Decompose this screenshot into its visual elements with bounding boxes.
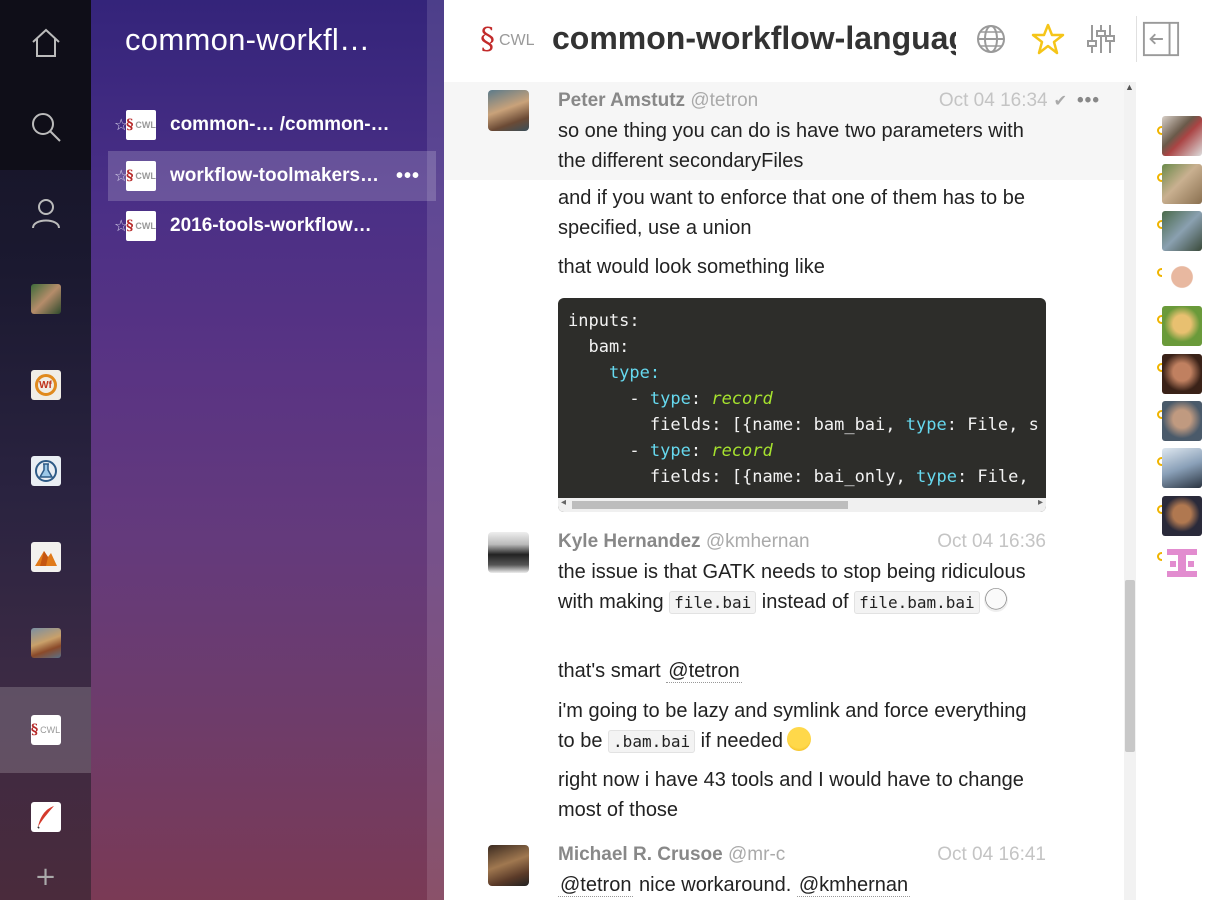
message-text: so one thing you can do is have two para… — [558, 120, 1024, 172]
people-button[interactable] — [0, 170, 91, 256]
scrollbar-thumb[interactable] — [1125, 580, 1135, 752]
add-community-button[interactable]: + — [0, 862, 91, 892]
member-avatar[interactable] — [1162, 306, 1202, 346]
room-avatar-mountain[interactable] — [0, 514, 91, 600]
cwl-logo-icon: § CWL — [126, 211, 156, 241]
room-item[interactable]: ☆ § CWL common-… /common-… — [108, 100, 436, 150]
message-text: that would look something like — [558, 256, 825, 278]
toggle-sidebar-button[interactable] — [1142, 20, 1180, 58]
room-name: common-… /common-… — [170, 114, 390, 135]
scrollbar-thumb[interactable] — [572, 501, 848, 509]
mountain-logo-icon — [30, 542, 61, 572]
identicon-icon — [1167, 549, 1197, 577]
message-timestamp[interactable]: Oct 04 16:34 ✔ ••• — [939, 90, 1100, 112]
wf-logo-icon: Wf — [30, 370, 61, 400]
trollface-emoji-icon — [983, 588, 1008, 612]
code-horizontal-scrollbar[interactable]: ◂ ▸ — [558, 497, 1046, 512]
member-avatar[interactable] — [1162, 211, 1202, 251]
chat-area: Peter Amstutz @tetron Oct 04 16:34 ✔ ••• s… — [444, 82, 1124, 900]
room-avatar-flask[interactable] — [0, 428, 91, 514]
message-text: the issue is that GATK needs to stop bei… — [558, 561, 1026, 614]
room-settings-button[interactable] — [1082, 20, 1120, 58]
user-mention[interactable]: @kmhernan — [796, 874, 911, 897]
photo-avatar-icon — [30, 628, 61, 658]
chat-scrollbar[interactable]: ▲ — [1124, 82, 1136, 900]
star-icon — [1031, 23, 1065, 55]
member-avatar[interactable] — [1162, 354, 1202, 394]
user-mention[interactable]: @tetron — [558, 874, 634, 897]
message-text: @tetron nice workaround. @kmhernan — [558, 874, 911, 897]
member-avatar[interactable] — [1162, 116, 1202, 156]
room-name: workflow-toolmakers… — [170, 165, 380, 186]
search-icon — [31, 113, 61, 142]
message-text: i'm going to be lazy and symlink and for… — [558, 700, 1027, 753]
avatar[interactable] — [488, 532, 529, 573]
message-timestamp[interactable]: Oct 04 16:36 — [937, 531, 1046, 553]
room-logo: § CWL — [480, 22, 535, 57]
user-mention[interactable]: @tetron — [666, 660, 742, 683]
room-avatar-photo[interactable] — [0, 600, 91, 686]
member-avatar[interactable] — [1162, 448, 1202, 488]
cwl-logo-icon: § CWL — [30, 715, 61, 745]
inline-code: file.bam.bai — [854, 591, 980, 614]
member-avatar[interactable] — [1162, 401, 1202, 441]
user-icon — [31, 199, 60, 229]
room-list-panel: common-workfl… ☆ § CWL common-… /common-…… — [91, 0, 444, 900]
message-author[interactable]: Kyle Hernandez @kmhernan — [558, 531, 810, 553]
message-actions-icon[interactable]: ••• — [1077, 90, 1100, 111]
message-author[interactable]: Michael R. Crusoe @mr-c — [558, 844, 785, 866]
cwl-logo-icon: § — [480, 22, 495, 57]
read-check-icon: ✔ — [1053, 93, 1068, 110]
scroll-up-icon[interactable]: ▲ — [1125, 82, 1134, 92]
room-name: 2016-tools-workflow… — [170, 215, 372, 236]
message-timestamp[interactable]: Oct 04 16:41 — [937, 844, 1046, 866]
member-avatar[interactable] — [1162, 543, 1202, 583]
group-title: common-workfl… — [125, 22, 371, 57]
header-divider — [1136, 16, 1137, 62]
room-title: common-workflow-language/ — [552, 20, 956, 56]
public-room-button[interactable] — [972, 20, 1010, 58]
code-block: inputs: bam: type: - type: record fields… — [558, 298, 1046, 512]
room-avatar-quill[interactable] — [0, 774, 91, 860]
inline-code: .bam.bai — [608, 730, 696, 753]
home-icon — [31, 28, 60, 57]
grinning-emoji-icon — [786, 727, 811, 751]
code-content: inputs: bam: type: - type: record fields… — [568, 311, 1039, 487]
scroll-right-icon[interactable]: ▸ — [1038, 497, 1043, 508]
flask-logo-icon — [30, 456, 61, 486]
message-text: right now i have 43 tools and I would ha… — [558, 769, 1024, 821]
more-options-icon[interactable]: ••• — [396, 165, 420, 188]
sliders-icon — [1087, 25, 1115, 53]
room-avatar-cwl[interactable]: § CWL — [0, 687, 91, 773]
avatar[interactable] — [488, 90, 529, 131]
room-header: § CWL common-workflow-language/ — [444, 0, 1213, 82]
favourite-button[interactable] — [1029, 20, 1067, 58]
member-avatar[interactable] — [1162, 259, 1202, 299]
room-members-rail — [1136, 82, 1213, 900]
room-avatar-user[interactable] — [0, 256, 91, 342]
room-avatar-wf[interactable]: Wf — [0, 342, 91, 428]
cwl-logo-icon: § CWL — [126, 161, 156, 191]
user-avatar-icon — [30, 284, 61, 314]
room-item[interactable]: ☆ § CWL 2016-tools-workflow… — [108, 201, 436, 251]
globe-icon — [977, 25, 1005, 53]
inline-code: file.bai — [669, 591, 757, 614]
message-text: that's smart @tetron — [558, 660, 742, 683]
message-text: and if you want to enforce that one of t… — [558, 187, 1025, 239]
community-rail: Wf § CWL + — [0, 0, 91, 900]
collapse-left-icon — [1142, 21, 1180, 57]
room-item-selected[interactable]: ☆ § CWL workflow-toolmakers… ••• — [108, 151, 436, 201]
member-avatar[interactable] — [1162, 164, 1202, 204]
search-button[interactable] — [0, 84, 91, 170]
message-author[interactable]: Peter Amstutz @tetron — [558, 90, 758, 112]
cwl-logo-icon: § CWL — [126, 110, 156, 140]
home-button[interactable] — [0, 0, 91, 86]
avatar[interactable] — [488, 845, 529, 886]
quill-logo-icon — [30, 802, 61, 832]
scroll-left-icon[interactable]: ◂ — [561, 497, 566, 508]
member-avatar[interactable] — [1162, 496, 1202, 536]
